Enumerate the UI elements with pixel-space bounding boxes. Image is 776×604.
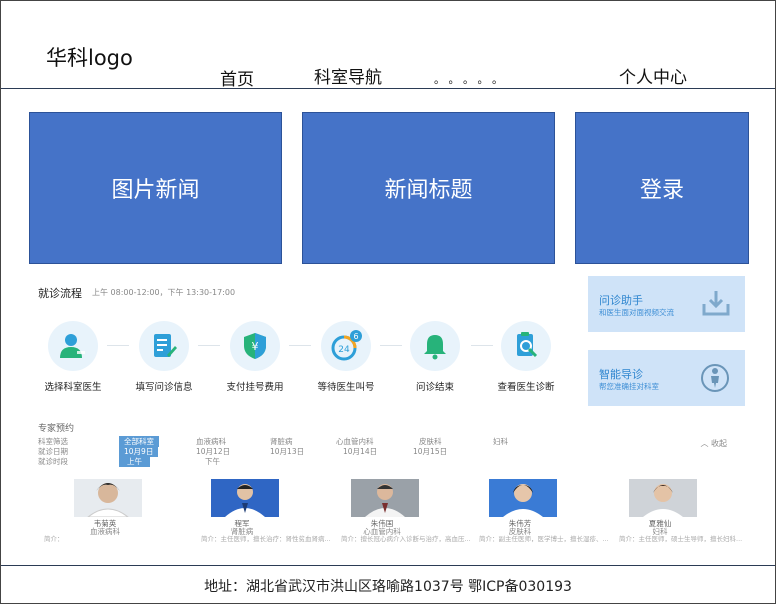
person-guide-icon [699,362,731,398]
yuan-shield-icon: ¥ [230,321,280,371]
step-label: 填写问诊信息 [135,382,193,393]
news-headline-tile[interactable]: 新闻标题 [302,112,555,264]
doctor-icon [48,321,98,371]
nav-ellipsis: 。。。。。 [434,73,512,86]
consult-assistant-card[interactable]: 问诊助手 和医生面对面视频交流 [588,276,745,332]
expert-appointment-panel: 专家预约 ︿ 收起 科室筛选 全部科室 血液病科 肾脏病 心血管内科 皮肤科 妇… [30,418,745,548]
card-title: 问诊助手 [599,294,643,307]
step-wait-call[interactable]: 24 6 等待医生叫号 [301,321,391,393]
nav-home[interactable]: 首页 [220,65,254,90]
svg-text:¥: ¥ [252,340,259,353]
step-label: 查看医生诊断 [497,382,555,393]
card-title: 智能导诊 [599,368,643,381]
doctor-photo [489,479,557,517]
photo-news-tile[interactable]: 图片新闻 [29,112,282,264]
login-tile[interactable]: 登录 [575,112,749,264]
card-subtitle: 帮您准确挂对科室 [599,382,659,391]
step-label: 选择科室医生 [44,382,102,393]
header-divider [1,88,775,89]
step-view-diagnosis[interactable]: 查看医生诊断 [481,321,571,393]
step-pay-fee[interactable]: ¥ 支付挂号费用 [210,321,300,393]
process-hours: 上午 08:00-12:00，下午 13:30-17:00 [92,288,236,297]
queue-badge: 6 [353,332,358,341]
visit-process-panel: 就诊流程 上午 08:00-12:00，下午 13:30-17:00 选择科室医… [30,275,575,403]
download-icon [701,288,731,322]
queue-24-icon: 24 6 [321,321,371,371]
doctor-photo [629,479,697,517]
step-label: 支付挂号费用 [226,382,284,393]
doctor-intro: 简介：主任医师，硕士生导师，擅长妇科... [619,535,743,543]
step-fill-info[interactable]: 填写问诊信息 [119,321,209,393]
bell-icon [410,321,460,371]
diagnosis-search-icon [501,321,551,371]
schedule-title: 专家预约 [38,424,75,434]
doctor-photo [211,479,279,517]
nav-personal-center[interactable]: 个人中心 [619,63,687,88]
step-consult-end[interactable]: 问诊结束 [390,321,480,393]
form-edit-icon [139,321,189,371]
smart-guide-card[interactable]: 智能导诊 帮您准确挂对科室 [588,350,745,406]
doctor-photo [74,479,142,517]
step-select-doctor[interactable]: 选择科室医生 [28,321,118,393]
footer-address: 地址：湖北省武汉市洪山区珞喻路1037号 鄂ICP备030193 [204,579,572,595]
time-option[interactable]: 下午 [205,456,220,467]
time-option-selected[interactable]: 上午 [119,456,150,467]
step-label: 问诊结束 [415,382,454,393]
process-title: 就诊流程 [38,287,82,300]
filter-label: 就诊时段 [38,457,68,466]
queue-number: 24 [338,345,350,355]
step-label: 等待医生叫号 [317,382,375,393]
doctor-intro: 简介： [44,535,64,543]
site-logo[interactable]: 华科logo [46,42,133,72]
footer-divider [1,565,775,566]
nav-departments[interactable]: 科室导航 [314,63,382,88]
time-filter-row: 就诊时段 上午 下午 [30,456,745,467]
card-subtitle: 和医生面对面视频交流 [599,308,674,317]
doctor-photo [351,479,419,517]
